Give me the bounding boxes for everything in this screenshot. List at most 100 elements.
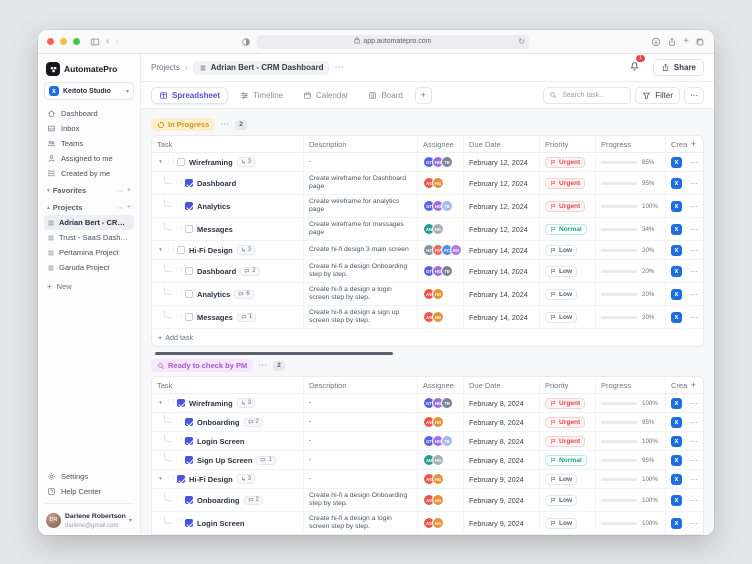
row-menu-button[interactable]: ⋯: [690, 496, 699, 505]
task-name[interactable]: Hi-Fi Design: [189, 475, 233, 484]
task-description[interactable]: -: [309, 475, 311, 483]
new-button[interactable]: + New: [44, 279, 134, 294]
task-name[interactable]: Analytics: [197, 290, 230, 299]
filter-button[interactable]: Filter: [635, 87, 680, 104]
drag-handle-icon[interactable]: ⋮⋮: [174, 497, 183, 503]
collapse-caret-icon[interactable]: ▾: [157, 247, 164, 253]
row-menu-button[interactable]: ⋯: [690, 267, 699, 276]
favorites-add-icon[interactable]: +: [127, 187, 131, 194]
priority-badge[interactable]: Low: [545, 518, 577, 529]
subtask-badge[interactable]: ↳3: [237, 474, 255, 484]
task-description[interactable]: -: [309, 418, 311, 426]
task-description[interactable]: Create hi-fi a design a sign up screen s…: [309, 309, 412, 325]
projects-menu-icon[interactable]: ⋯: [117, 204, 124, 212]
section-menu-icon[interactable]: ⋯: [220, 119, 230, 130]
due-date[interactable]: February 14, 2024: [469, 290, 528, 299]
task-description[interactable]: Create hi-fi a design Onboarding step by…: [309, 263, 412, 279]
due-date[interactable]: February 8, 2024: [469, 456, 524, 465]
horizontal-scrollbar[interactable]: [155, 352, 393, 355]
priority-badge[interactable]: Low: [545, 266, 577, 277]
add-task-button[interactable]: +Add task: [152, 329, 703, 346]
downloads-icon[interactable]: [651, 37, 661, 47]
drag-handle-icon[interactable]: ⋮⋮: [166, 159, 175, 165]
task-checkbox[interactable]: [177, 246, 185, 254]
priority-badge[interactable]: Low: [545, 245, 577, 256]
comment-badge[interactable]: 6: [234, 290, 253, 299]
row-menu-button[interactable]: ⋯: [690, 313, 699, 322]
due-date[interactable]: February 12, 2024: [469, 202, 528, 211]
task-name[interactable]: Dashboard: [197, 267, 236, 276]
priority-badge[interactable]: Urgent: [545, 436, 585, 447]
drag-handle-icon[interactable]: ⋮⋮: [174, 226, 183, 232]
row-menu-button[interactable]: ⋯: [690, 399, 699, 408]
drag-handle-icon[interactable]: ⋮⋮: [174, 457, 183, 463]
task-checkbox[interactable]: [185, 437, 193, 445]
task-description[interactable]: Create wireframe for messages page: [309, 221, 412, 237]
assignee-avatar[interactable]: TB: [441, 200, 453, 212]
drag-handle-icon[interactable]: ⋮⋮: [174, 419, 183, 425]
task-checkbox[interactable]: [185, 519, 193, 527]
favorites-section-header[interactable]: ▾ Favorites ⋯ +: [44, 181, 134, 198]
task-name[interactable]: Wireframing: [189, 158, 233, 167]
share-button[interactable]: Share: [653, 59, 704, 76]
priority-badge[interactable]: Urgent: [545, 178, 585, 189]
notifications-button[interactable]: 1: [629, 59, 640, 77]
drag-handle-icon[interactable]: ⋮⋮: [174, 180, 183, 186]
sidebar-project-item[interactable]: Pertamina Project: [44, 245, 134, 260]
priority-badge[interactable]: Urgent: [545, 417, 585, 428]
sidebar-item-settings[interactable]: Settings: [44, 469, 134, 484]
row-menu-button[interactable]: ⋯: [690, 225, 699, 234]
task-checkbox[interactable]: [185, 267, 193, 275]
task-name[interactable]: Wireframing: [189, 399, 233, 408]
add-column-icon[interactable]: +: [691, 380, 696, 390]
priority-badge[interactable]: Urgent: [545, 398, 585, 409]
workspace-switcher[interactable]: x Keitoto Studio ▾: [44, 82, 134, 100]
task-checkbox[interactable]: [185, 179, 193, 187]
due-date[interactable]: February 14, 2024: [469, 313, 528, 322]
address-bar[interactable]: app.automatepro.com ↻: [257, 35, 529, 49]
assignee-avatar[interactable]: HG: [432, 454, 444, 466]
row-menu-button[interactable]: ⋯: [690, 202, 699, 211]
task-description[interactable]: Create hi-fi design 3 main screen: [309, 246, 409, 254]
projects-section-header[interactable]: ▴ Projects ⋯ +: [44, 198, 134, 215]
tab-calendar[interactable]: Calendar: [295, 87, 356, 104]
assignee-avatar[interactable]: HG: [432, 288, 444, 300]
task-description[interactable]: Create wireframe for Dashboard page: [309, 175, 412, 191]
comment-badge[interactable]: 1: [256, 456, 275, 465]
task-description[interactable]: -: [309, 437, 311, 445]
task-checkbox[interactable]: [185, 313, 193, 321]
priority-badge[interactable]: Normal: [545, 224, 587, 235]
sidebar-project-item[interactable]: Trust - SaaS Dashbo...: [44, 230, 134, 245]
drag-handle-icon[interactable]: ⋮⋮: [174, 438, 183, 444]
breadcrumb-menu-icon[interactable]: ⋯: [334, 62, 344, 73]
breadcrumb-projects[interactable]: Projects: [151, 63, 180, 72]
due-date[interactable]: February 9, 2024: [469, 519, 524, 528]
back-button[interactable]: ‹: [106, 37, 109, 47]
status-badge[interactable]: Ready to check by PM: [151, 359, 253, 372]
subtask-badge[interactable]: ↳3: [237, 245, 255, 255]
row-menu-button[interactable]: ⋯: [690, 456, 699, 465]
assignee-avatar[interactable]: RO: [450, 244, 462, 256]
sidebar-item-created-by-me[interactable]: Created by me: [44, 166, 134, 181]
priority-badge[interactable]: Low: [545, 474, 577, 485]
row-menu-button[interactable]: ⋯: [690, 179, 699, 188]
favorites-menu-icon[interactable]: ⋯: [117, 187, 124, 195]
drag-handle-icon[interactable]: ⋮⋮: [174, 291, 183, 297]
assignee-avatar[interactable]: HG: [432, 416, 444, 428]
due-date[interactable]: February 8, 2024: [469, 399, 524, 408]
minimize-window-button[interactable]: [60, 38, 67, 45]
row-menu-button[interactable]: ⋯: [690, 519, 699, 528]
drag-handle-icon[interactable]: ⋮⋮: [166, 247, 175, 253]
new-tab-icon[interactable]: +: [683, 36, 689, 47]
priority-badge[interactable]: Low: [545, 495, 577, 506]
task-checkbox[interactable]: [185, 456, 193, 464]
subtask-badge[interactable]: ↳3: [237, 157, 255, 167]
assignee-avatar[interactable]: HG: [432, 223, 444, 235]
maximize-window-button[interactable]: [73, 38, 80, 45]
task-name[interactable]: Hi-Fi Design: [189, 246, 233, 255]
task-name[interactable]: Messages: [197, 313, 233, 322]
task-checkbox[interactable]: [185, 225, 193, 233]
tab-spreadsheet[interactable]: Spreadsheet: [151, 87, 228, 104]
row-menu-button[interactable]: ⋯: [690, 246, 699, 255]
assignee-avatar[interactable]: HG: [432, 311, 444, 323]
